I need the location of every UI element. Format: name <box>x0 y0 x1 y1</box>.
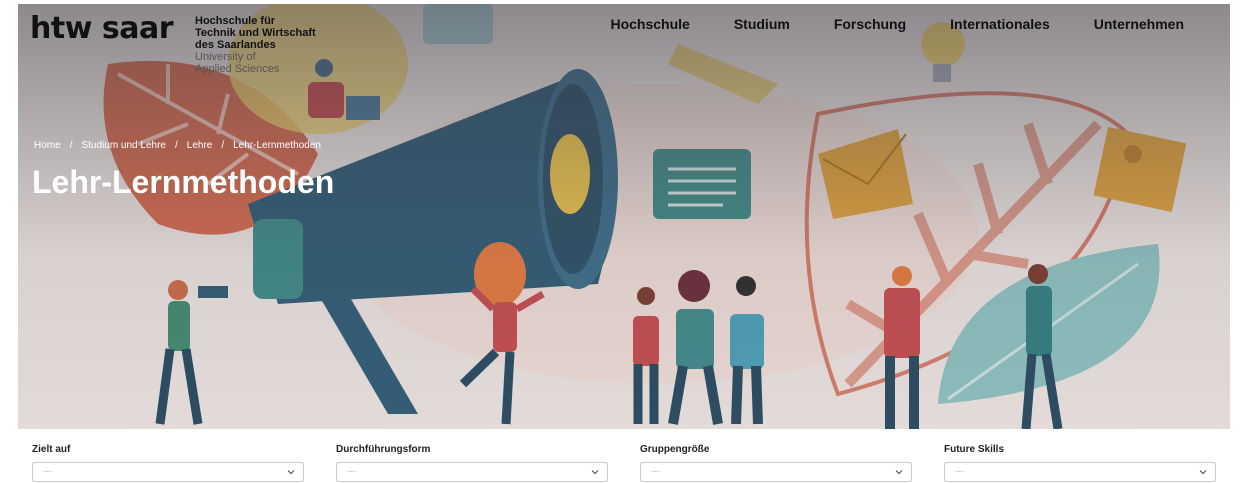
main-nav: Hochschule Studium Forschung Internation… <box>610 16 1184 32</box>
chevron-down-icon <box>895 470 903 475</box>
filter-label: Gruppengröße <box>640 444 710 455</box>
logo-wordmark: htw saar <box>30 11 174 46</box>
nav-hochschule[interactable]: Hochschule <box>610 16 689 32</box>
nav-unternehmen[interactable]: Unternehmen <box>1094 16 1184 32</box>
breadcrumb: Home / Studium und Lehre / Lehre / Lehr-Lernme… <box>34 140 321 151</box>
filter-future-skills: Future Skills --- <box>944 444 1228 482</box>
breadcrumb-current: Lehr-Lernmethoden <box>233 140 321 151</box>
filter-label: Durchführungsform <box>336 444 431 455</box>
select-value: --- <box>651 466 660 476</box>
future-skills-select[interactable]: --- <box>944 462 1216 482</box>
breadcrumb-studium-und-lehre[interactable]: Studium und Lehre <box>81 140 166 151</box>
logo-line: des Saarlandes <box>195 39 276 51</box>
filter-zielt-auf: Zielt auf --- <box>32 444 336 482</box>
filter-label: Future Skills <box>944 444 1005 455</box>
filter-bar: Zielt auf --- Durchführungsform --- Grup… <box>32 444 1228 482</box>
chevron-down-icon <box>287 470 295 475</box>
chevron-down-icon <box>591 470 599 475</box>
select-value: --- <box>955 466 964 476</box>
durchfuehrungsform-select[interactable]: --- <box>336 462 608 482</box>
breadcrumb-separator: / <box>69 140 73 151</box>
filter-gruppengroesse: Gruppengröße --- <box>640 444 944 482</box>
logo-line: University of <box>195 51 256 63</box>
chevron-down-icon <box>1199 470 1207 475</box>
breadcrumb-lehre[interactable]: Lehre <box>187 140 213 151</box>
logo-line: Hochschule für <box>195 15 276 27</box>
filter-label: Zielt auf <box>32 444 71 455</box>
select-value: --- <box>43 466 52 476</box>
filter-durchfuehrungsform: Durchführungsform --- <box>336 444 640 482</box>
nav-forschung[interactable]: Forschung <box>834 16 906 32</box>
gruppengroesse-select[interactable]: --- <box>640 462 912 482</box>
logo-line: Technik und Wirtschaft <box>195 27 316 39</box>
hero-banner: htw saar Hochschule für Technik und Wirt… <box>18 4 1230 429</box>
breadcrumb-separator: / <box>221 140 225 151</box>
breadcrumb-home[interactable]: Home <box>34 140 61 151</box>
logo-subtitle: Hochschule für Technik und Wirtschaft de… <box>195 15 316 75</box>
site-logo[interactable]: htw saar Hochschule für Technik und Wirt… <box>30 11 316 76</box>
breadcrumb-separator: / <box>174 140 178 151</box>
logo-line: Applied Sciences <box>195 63 280 75</box>
nav-studium[interactable]: Studium <box>734 16 790 32</box>
page-title: Lehr-Lernmethoden <box>32 164 335 200</box>
zielt-auf-select[interactable]: --- <box>32 462 304 482</box>
select-value: --- <box>347 466 356 476</box>
nav-internationales[interactable]: Internationales <box>950 16 1050 32</box>
